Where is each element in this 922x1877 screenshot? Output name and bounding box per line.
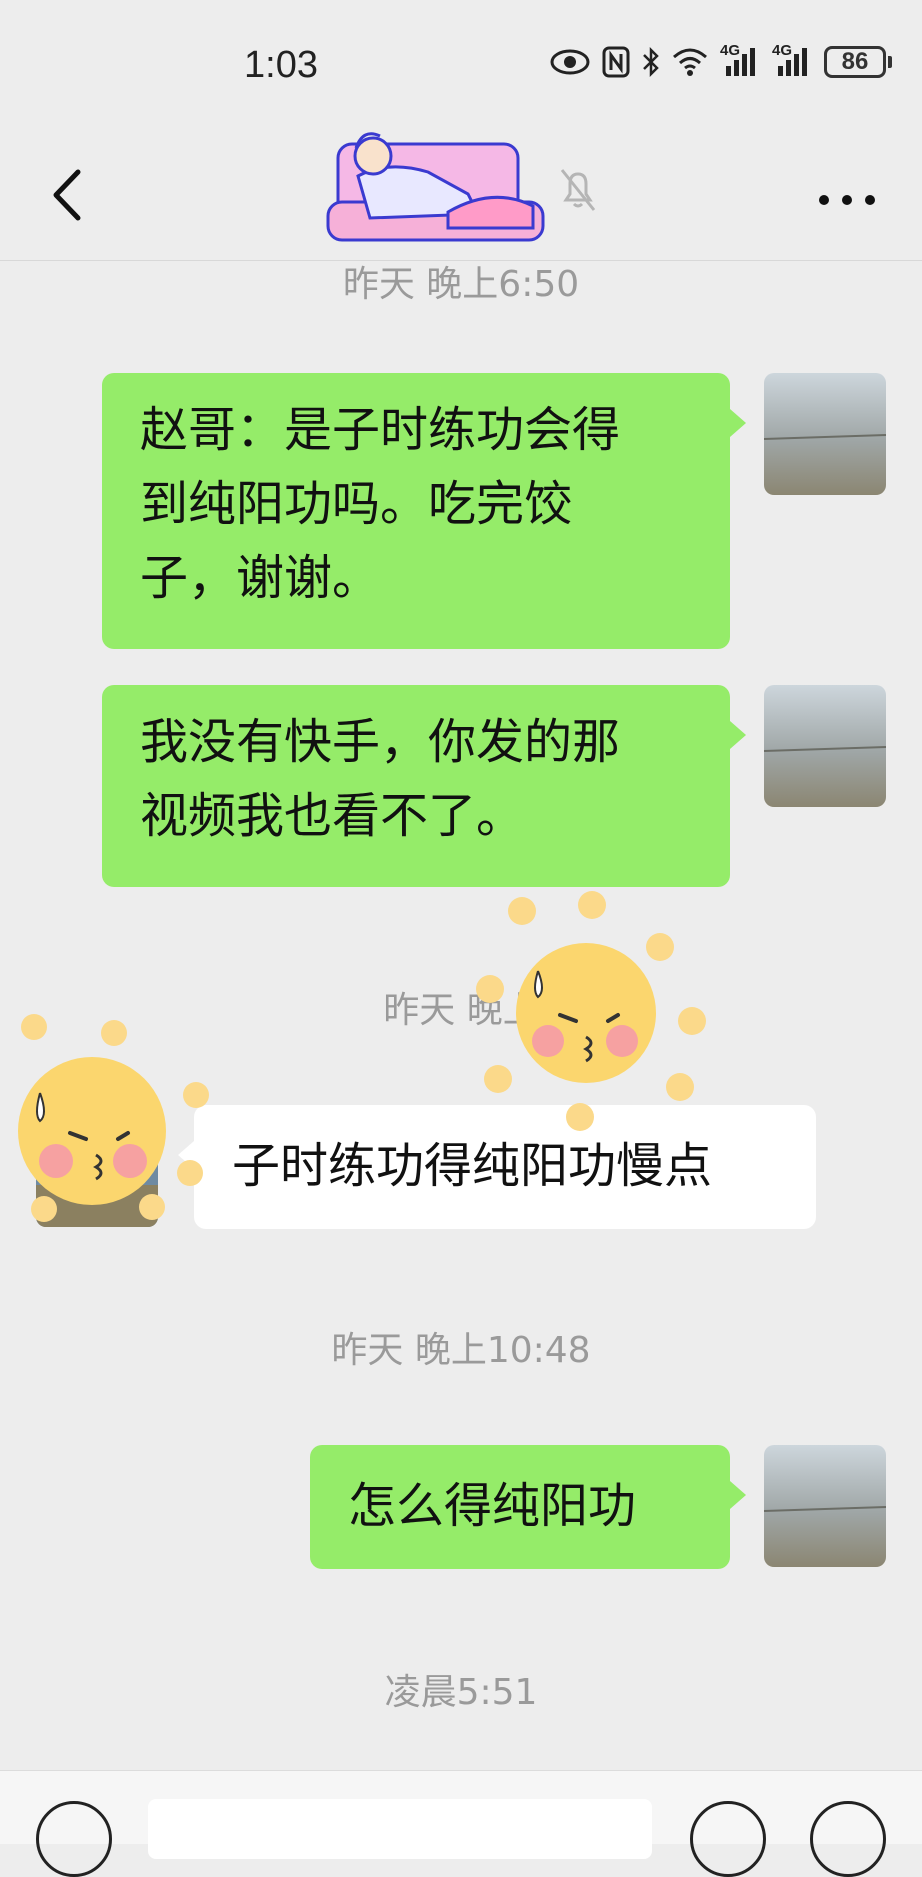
eye-icon <box>550 49 590 75</box>
message-line: 子时练功得纯阳功慢点 <box>232 1138 713 1194</box>
bluetooth-icon <box>643 46 659 78</box>
mute-indicator <box>556 166 600 218</box>
bubble-tail <box>730 721 746 749</box>
sent-message-bubble[interactable]: 我没有快手，你发的那 视频我也看不了。 <box>102 685 746 887</box>
message-line: 我没有快手，你发的那 <box>140 714 621 770</box>
bubble-tail <box>730 1481 746 1509</box>
message-line: 视频我也看不了。 <box>140 788 525 844</box>
signal-bars-icon <box>726 48 755 76</box>
wifi-icon <box>673 48 707 76</box>
battery-tip <box>888 56 892 68</box>
more-actions-button[interactable] <box>810 1801 886 1877</box>
chat-area[interactable]: 昨天 晚上6:50 赵哥：是子时练功会得 到纯阳功吗。吃完饺 子，谢谢。 我没有… <box>0 261 922 1770</box>
chat-header <box>0 130 922 261</box>
voice-button[interactable] <box>36 1801 112 1877</box>
status-icons: 4G 4G 86 <box>550 42 892 78</box>
battery-level: 86 <box>824 46 886 78</box>
bell-off-icon <box>560 169 596 211</box>
sun-face-sticker <box>476 891 706 1131</box>
sent-message-bubble[interactable]: 怎么得纯阳功 <box>310 1445 746 1569</box>
my-avatar[interactable] <box>764 1445 886 1567</box>
bubble-tail <box>730 409 746 437</box>
message-line: 怎么得纯阳功 <box>348 1478 637 1534</box>
more-button[interactable] <box>812 170 882 220</box>
sent-message-bubble[interactable]: 赵哥：是子时练功会得 到纯阳功吗。吃完饺 子，谢谢。 <box>102 373 746 649</box>
signal-bars-icon <box>778 48 807 76</box>
message-timestamp: 昨天 晚上6:50 <box>342 264 580 305</box>
input-bar <box>0 1770 922 1877</box>
chevron-left-icon <box>53 169 81 221</box>
message-line: 到纯阳功吗。吃完饺 <box>140 476 573 532</box>
emoji-button[interactable] <box>690 1801 766 1877</box>
my-avatar[interactable] <box>764 685 886 807</box>
signal-1: 4G <box>720 42 760 78</box>
battery-indicator: 86 <box>824 46 892 78</box>
message-input[interactable] <box>148 1799 652 1859</box>
status-time: 1:03 <box>244 44 318 86</box>
my-avatar[interactable] <box>764 373 886 495</box>
signal-2: 4G <box>772 42 812 78</box>
status-bar: 1:03 4G 4G 86 <box>0 0 922 130</box>
sun-face-sticker <box>18 1014 209 1222</box>
message-line: 赵哥：是子时练功会得 <box>140 402 621 458</box>
message-line: 子，谢谢。 <box>140 550 381 606</box>
nfc-icon <box>602 46 630 78</box>
hospital-bed-sticker <box>318 114 558 254</box>
more-dots-icon <box>819 195 875 205</box>
message-timestamp: 凌晨5:51 <box>384 1672 538 1713</box>
back-button[interactable] <box>40 160 100 230</box>
message-timestamp: 昨天 晚上10:48 <box>331 1330 591 1371</box>
